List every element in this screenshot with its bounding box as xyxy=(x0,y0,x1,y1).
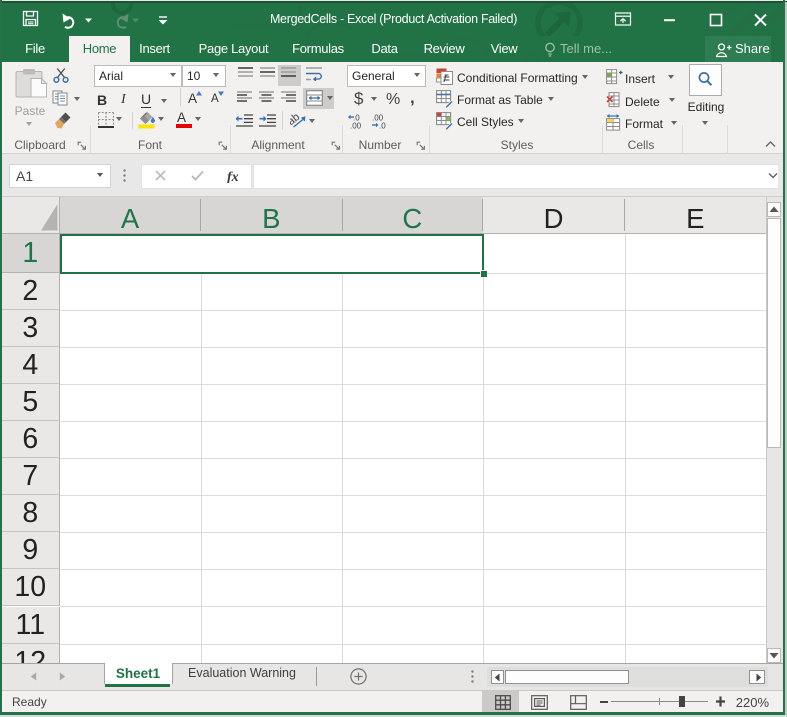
svg-text:.00: .00 xyxy=(350,122,362,130)
svg-text:.0: .0 xyxy=(379,122,386,130)
svg-text:fx: fx xyxy=(227,170,239,183)
